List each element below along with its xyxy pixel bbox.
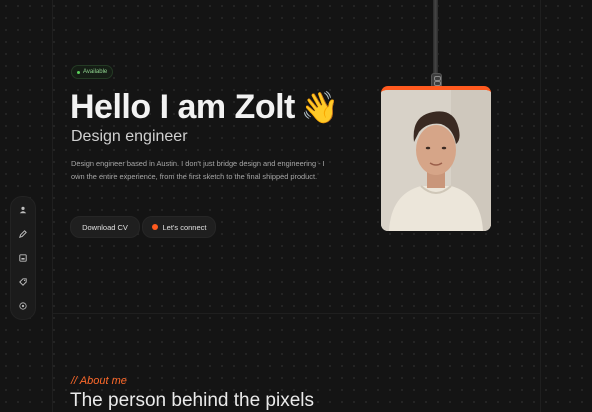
sidebar-nav	[10, 196, 36, 320]
image-icon[interactable]	[18, 253, 28, 263]
settings-icon[interactable]	[18, 301, 28, 311]
connect-label: Let's connect	[162, 222, 207, 232]
download-cv-button[interactable]: Download CV	[70, 216, 140, 238]
download-cv-label: Download CV	[82, 222, 128, 232]
profile-badge-card[interactable]	[381, 86, 491, 231]
wave-icon: 👋	[300, 90, 340, 125]
frame-line-left	[52, 0, 53, 412]
lanyard-strap	[433, 0, 438, 78]
connect-button[interactable]: Let's connect	[142, 216, 216, 238]
status-label: Available	[83, 69, 108, 75]
section-divider	[52, 313, 540, 314]
hero-description: Design engineer based in Austin. I don't…	[71, 159, 325, 181]
profile-photo	[381, 90, 491, 231]
about-section-tag: // About me	[71, 375, 127, 387]
connect-dot-icon	[151, 224, 158, 230]
pen-icon[interactable]	[18, 229, 28, 239]
status-badge: Available	[71, 65, 114, 79]
user-icon[interactable]	[18, 205, 28, 215]
tag-icon[interactable]	[18, 277, 28, 287]
hero-name: Hello I am Zolt	[70, 88, 295, 126]
status-dot-icon	[77, 70, 80, 74]
frame-line-right	[540, 0, 541, 412]
hero-role: Design engineer	[71, 128, 188, 145]
hero-title: Hello I am Zolt 👋	[70, 88, 339, 127]
about-section-title: The person behind the pixels	[70, 390, 314, 411]
